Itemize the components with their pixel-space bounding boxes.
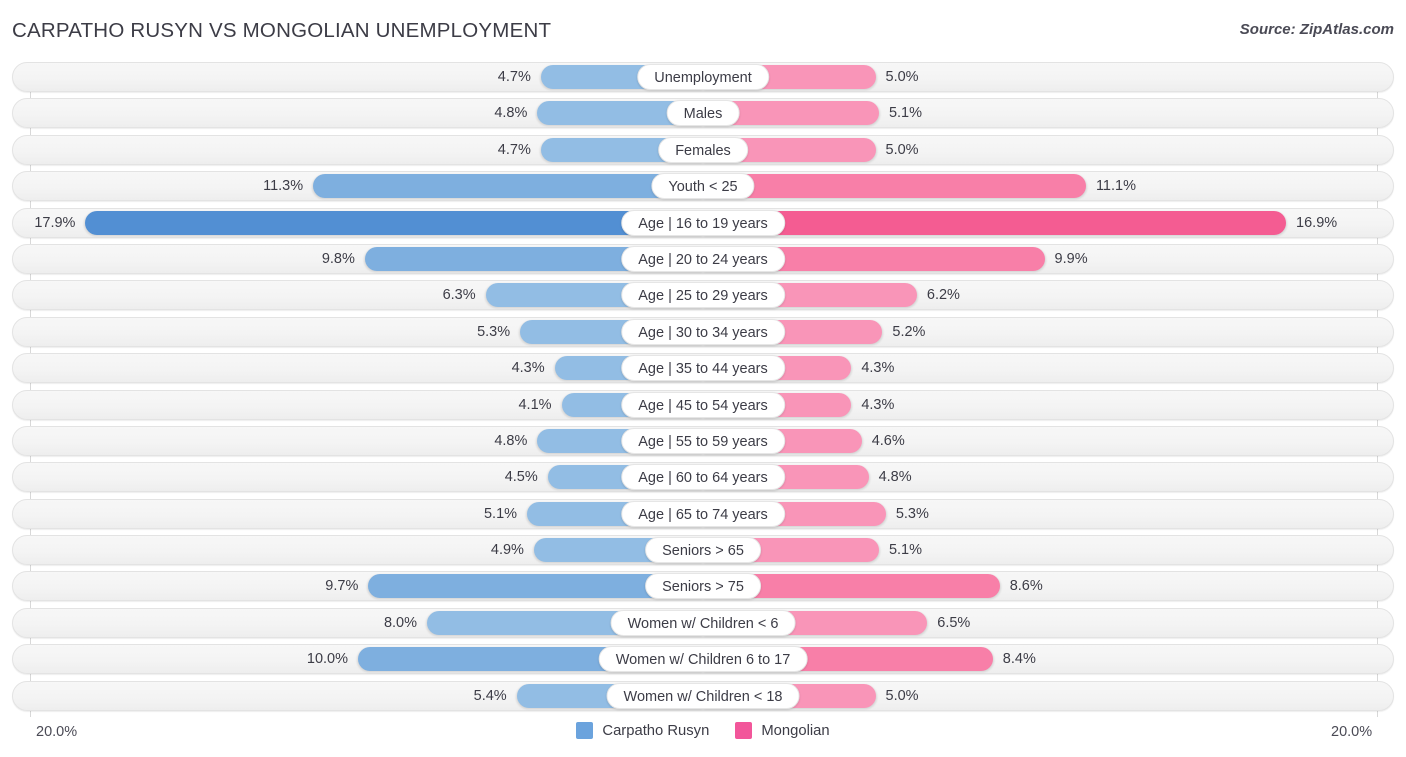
row-category-label: Women w/ Children < 6: [610, 609, 796, 636]
bar-value-mongolian: 5.2%: [892, 323, 926, 340]
bar-row: 4.9% 5.1% Seniors > 65: [0, 535, 1406, 566]
bar-value-carpatho-rusyn: 4.7%: [497, 69, 531, 85]
bar-value-carpatho-rusyn: 9.8%: [321, 250, 355, 267]
bar-value-mongolian: 5.0%: [885, 141, 919, 158]
row-category-label: Age | 60 to 64 years: [621, 464, 785, 491]
bar-value-mongolian: 4.3%: [861, 396, 895, 413]
row-category-label: Women w/ Children 6 to 17: [598, 646, 808, 673]
bar-value-mongolian: 8.4%: [1002, 651, 1036, 668]
row-category-label: Unemployment: [637, 64, 769, 90]
legend-item-mongolian[interactable]: Mongolian: [735, 722, 830, 739]
legend-item-carpatho-rusyn[interactable]: Carpatho Rusyn: [576, 722, 709, 739]
row-category-label: Youth < 25: [651, 173, 755, 200]
bar-value-carpatho-rusyn: 17.9%: [34, 214, 76, 231]
bar-value-mongolian: 5.0%: [885, 69, 919, 85]
row-category-label: Age | 20 to 24 years: [621, 245, 785, 272]
bar-value-carpatho-rusyn: 8.0%: [383, 614, 417, 631]
row-category-label: Age | 35 to 44 years: [621, 355, 785, 382]
bar-value-mongolian: 5.1%: [888, 105, 922, 122]
bar-row: 4.1% 4.3% Age | 45 to 54 years: [0, 389, 1406, 420]
row-category-label: Age | 25 to 29 years: [621, 282, 785, 309]
row-category-label: Age | 45 to 54 years: [621, 391, 785, 418]
bar-row: 8.0% 6.5% Women w/ Children < 6: [0, 607, 1406, 638]
row-category-label: Seniors > 65: [645, 537, 761, 564]
bar-value-carpatho-rusyn: 4.7%: [497, 141, 531, 158]
bar-value-carpatho-rusyn: 4.3%: [511, 360, 545, 377]
bar-value-carpatho-rusyn: 5.3%: [477, 323, 511, 340]
chart-legend: Carpatho Rusyn Mongolian: [0, 722, 1406, 739]
bar-mongolian[interactable]: [703, 174, 1086, 199]
row-category-label: Females: [658, 136, 748, 163]
bar-row: 17.9% 16.9% Age | 16 to 19 years: [0, 207, 1406, 238]
bar-value-carpatho-rusyn: 5.4%: [473, 687, 507, 704]
bar-row: 4.7% 5.0% Unemployment: [0, 62, 1406, 92]
bar-value-mongolian: 16.9%: [1296, 214, 1338, 231]
bar-value-mongolian: 6.5%: [937, 614, 971, 631]
bar-row: 10.0% 8.4% Women w/ Children 6 to 17: [0, 644, 1406, 675]
bar-value-carpatho-rusyn: 6.3%: [442, 287, 476, 304]
source-label: Source: ZipAtlas.com: [1239, 21, 1394, 38]
bar-value-carpatho-rusyn: 10.0%: [306, 651, 348, 668]
row-category-label: Seniors > 75: [645, 573, 761, 600]
row-category-label: Males: [666, 100, 740, 127]
legend-item-label: Carpatho Rusyn: [602, 722, 710, 739]
bar-value-carpatho-rusyn: 9.7%: [325, 578, 359, 595]
bar-value-carpatho-rusyn: 4.5%: [504, 469, 538, 486]
page-title: CARPATHO RUSYN VS MONGOLIAN UNEMPLOYMENT: [12, 19, 552, 42]
bar-value-mongolian: 11.1%: [1095, 178, 1136, 195]
bar-value-carpatho-rusyn: 5.1%: [483, 505, 518, 522]
bar-value-mongolian: 4.6%: [871, 432, 905, 449]
bar-value-mongolian: 4.8%: [878, 469, 912, 486]
bar-row: 5.1% 5.3% Age | 65 to 74 years: [0, 498, 1406, 529]
bar-value-mongolian: 9.9%: [1054, 250, 1088, 267]
bar-value-mongolian: 4.3%: [861, 360, 895, 377]
bar-value-carpatho-rusyn: 4.9%: [490, 542, 524, 559]
bar-value-carpatho-rusyn: 4.8%: [494, 105, 528, 122]
row-category-label: Women w/ Children < 18: [606, 682, 800, 709]
bar-rows: 4.7% 5.0% Unemployment 4.8% 5.1% Males 4.7% 5.0…: [0, 62, 1406, 717]
bar-mongolian[interactable]: [703, 210, 1287, 235]
bar-row: 5.4% 5.0% Women w/ Children < 18: [0, 680, 1406, 711]
bar-row: 9.7% 8.6% Seniors > 75: [0, 571, 1406, 602]
bar-carpatho-rusyn[interactable]: [313, 174, 703, 199]
bar-row: 4.8% 5.1% Males: [0, 98, 1406, 129]
bar-value-carpatho-rusyn: 11.3%: [263, 178, 304, 195]
bar-value-carpatho-rusyn: 4.1%: [518, 396, 552, 413]
row-category-label: Age | 30 to 34 years: [621, 318, 785, 345]
bar-row: 4.3% 4.3% Age | 35 to 44 years: [0, 353, 1406, 384]
bar-carpatho-rusyn[interactable]: [85, 210, 703, 235]
bar-row: 5.3% 5.2% Age | 30 to 34 years: [0, 316, 1406, 347]
bar-row: 6.3% 6.2% Age | 25 to 29 years: [0, 280, 1406, 311]
bar-value-carpatho-rusyn: 4.8%: [494, 432, 528, 449]
bar-row: 4.8% 4.6% Age | 55 to 59 years: [0, 425, 1406, 456]
bar-value-mongolian: 5.0%: [885, 687, 919, 704]
chart-footer: 20.0% 20.0% Carpatho Rusyn Mongolian: [0, 717, 1406, 757]
bar-row: 4.7% 5.0% Females: [0, 134, 1406, 165]
legend-swatch-icon: [735, 722, 753, 739]
bar-value-mongolian: 6.2%: [926, 287, 960, 304]
row-category-label: Age | 16 to 19 years: [621, 209, 785, 236]
bar-row: 9.8% 9.9% Age | 20 to 24 years: [0, 243, 1406, 274]
bar-value-mongolian: 8.6%: [1009, 578, 1043, 595]
legend-item-label: Mongolian: [761, 722, 830, 739]
bar-value-mongolian: 5.3%: [895, 505, 929, 522]
bar-value-mongolian: 5.1%: [888, 542, 922, 559]
chart-plot-area: 4.7% 5.0% Unemployment 4.8% 5.1% Males 4.7% 5.0…: [0, 62, 1406, 717]
bar-row: 4.5% 4.8% Age | 60 to 64 years: [0, 462, 1406, 493]
bar-row: 11.3% 11.1% Youth < 25: [0, 171, 1406, 202]
chart-header: CARPATHO RUSYN VS MONGOLIAN UNEMPLOYMENT…: [0, 0, 1406, 60]
row-category-label: Age | 55 to 59 years: [621, 427, 785, 454]
row-category-label: Age | 65 to 74 years: [621, 500, 785, 527]
legend-swatch-icon: [576, 722, 594, 739]
